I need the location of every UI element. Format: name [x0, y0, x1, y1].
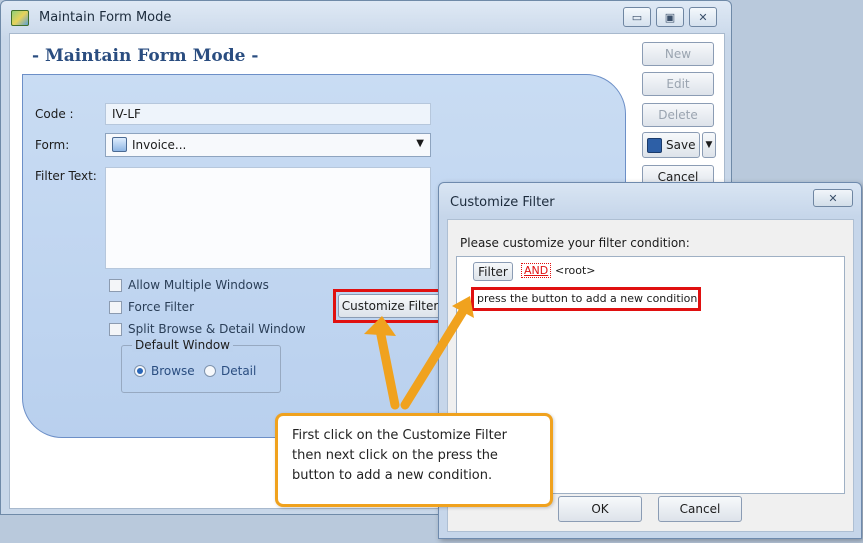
add-condition-link[interactable]: press the button to add a new condition [477, 292, 697, 305]
radio-label: Detail [221, 364, 257, 378]
split-browse-detail-checkbox[interactable]: Split Browse & Detail Window [109, 322, 306, 336]
code-field[interactable]: IV-LF [105, 103, 431, 125]
code-label: Code : [35, 107, 74, 121]
force-filter-checkbox[interactable]: Force Filter [109, 300, 194, 314]
checkbox-box [109, 278, 122, 292]
checkbox-box [109, 300, 122, 314]
dialog-prompt: Please customize your filter condition: [460, 236, 690, 250]
operator-and[interactable]: AND [521, 263, 552, 278]
save-button[interactable]: Save [642, 132, 700, 158]
page-title: - Maintain Form Mode - [32, 46, 259, 66]
filter-text-area[interactable] [105, 167, 431, 269]
maximize-button[interactable]: ▣ [656, 7, 684, 27]
instruction-callout: First click on the Customize Filter then… [275, 413, 553, 507]
dialog-cancel-button[interactable]: Cancel [658, 496, 742, 522]
checkbox-box [109, 322, 122, 336]
default-window-group: Default Window Browse Detail [121, 338, 281, 393]
radio-label: Browse [151, 364, 195, 378]
dialog-close-button[interactable]: ✕ [813, 189, 853, 207]
allow-multiple-windows-checkbox[interactable]: Allow Multiple Windows [109, 278, 269, 292]
checkbox-label: Force Filter [128, 300, 194, 314]
filter-text-label: Filter Text: [35, 169, 97, 183]
callout-text: First click on the Customize Filter then… [292, 428, 508, 483]
browse-radio[interactable]: Browse [134, 364, 195, 378]
ok-button[interactable]: OK [558, 496, 642, 522]
dialog-title: Customize Filter [450, 195, 555, 210]
save-label: Save [666, 138, 696, 152]
chevron-down-icon: ▼ [705, 140, 713, 150]
close-button[interactable]: ✕ [689, 7, 717, 27]
chevron-down-icon: ▼ [416, 138, 424, 149]
checkbox-label: Allow Multiple Windows [128, 278, 269, 292]
root-node: <root> [555, 264, 596, 277]
new-button[interactable]: New [642, 42, 714, 66]
form-select-value: Invoice... [132, 138, 187, 152]
edit-button[interactable]: Edit [642, 72, 714, 96]
customize-filter-button[interactable]: Customize Filter [338, 294, 442, 318]
window-title: Maintain Form Mode [39, 10, 172, 25]
app-icon [11, 10, 29, 26]
detail-radio[interactable]: Detail [204, 364, 256, 378]
form-label: Form: [35, 138, 70, 152]
save-dropdown-button[interactable]: ▼ [702, 132, 716, 158]
radio-dot [134, 365, 146, 377]
checkbox-label: Split Browse & Detail Window [128, 322, 306, 336]
filter-root-button[interactable]: Filter [473, 262, 513, 281]
default-window-label: Default Window [132, 338, 233, 352]
minimize-button[interactable]: ▭ [623, 7, 651, 27]
title-bar: Maintain Form Mode ▭ ▣ ✕ [1, 1, 731, 33]
floppy-disk-icon [647, 137, 662, 153]
delete-button[interactable]: Delete [642, 103, 714, 127]
form-select[interactable]: Invoice... ▼ [105, 133, 431, 157]
radio-dot [204, 365, 216, 377]
invoice-icon [112, 137, 127, 152]
